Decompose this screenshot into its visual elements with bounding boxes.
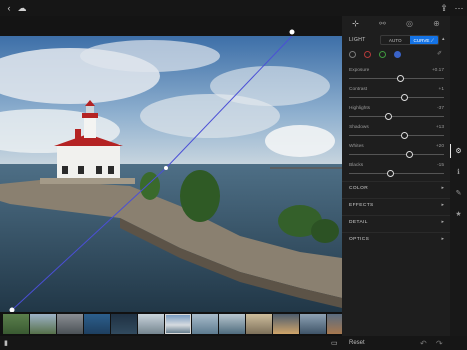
slider-track[interactable]	[349, 97, 444, 98]
section-label: DETAIL	[349, 220, 368, 225]
slider-knob[interactable]	[406, 151, 414, 158]
filmstrip-thumbnail-selected[interactable]	[165, 314, 191, 334]
slider-track[interactable]	[349, 116, 444, 117]
slider-knob[interactable]	[387, 170, 395, 177]
slider-value: +13	[435, 125, 444, 130]
expand-caret-icon[interactable]: ▸	[441, 202, 444, 208]
edit-panel: ⊹ ⚯ ◎ ⊕ LIGHT AUTO CURVE ⟋ ▴ ✐ Exposure +…	[342, 16, 450, 336]
filmstrip-thumbnail[interactable]	[273, 314, 299, 334]
filmstrip-thumbnail[interactable]	[192, 314, 218, 334]
light-label: LIGHT	[349, 37, 366, 43]
slider-value: +0.17	[431, 68, 444, 73]
selective-tab-icon[interactable]: ◎	[403, 19, 417, 28]
comment-rail-icon[interactable]: ✎	[450, 189, 467, 197]
info-rail-icon[interactable]: ℹ	[450, 168, 467, 176]
filmstrip[interactable]	[0, 312, 353, 336]
light-mode-toggle: AUTO CURVE ⟋	[380, 35, 439, 45]
section-label: EFFECTS	[349, 203, 374, 208]
filmstrip-thumbnail[interactable]	[111, 314, 137, 334]
rgb-channel-icon[interactable]	[349, 51, 356, 58]
green-channel-icon[interactable]	[379, 51, 386, 58]
section-label: OPTICS	[349, 237, 370, 242]
cloud-sync-icon[interactable]: ☁	[15, 0, 29, 16]
back-icon[interactable]: ‹	[2, 0, 16, 16]
right-rail: ⚙ ℹ ✎ ★	[450, 16, 467, 336]
slider-contrast: Contrast +1	[342, 87, 450, 105]
panel-tabs: ⊹ ⚯ ◎ ⊕	[342, 16, 450, 30]
section-color[interactable]: COLOR ▸	[342, 181, 450, 193]
slider-shadows: Shadows +13	[342, 125, 450, 143]
expand-caret-icon[interactable]: ▸	[441, 236, 444, 242]
filmstrip-toggle-icon[interactable]: ▭	[331, 336, 338, 350]
curve-channel-selector: ✐	[349, 51, 444, 61]
filmstrip-thumbnail[interactable]	[3, 314, 29, 334]
slider-label: Highlights	[349, 106, 371, 111]
share-icon[interactable]: ⇪	[437, 0, 451, 16]
filmstrip-thumbnail[interactable]	[30, 314, 56, 334]
slider-value: +20	[435, 144, 444, 149]
section-optics[interactable]: OPTICS ▸	[342, 232, 450, 244]
rating-rail-icon[interactable]: ★	[450, 210, 467, 218]
section-effects[interactable]: EFFECTS ▸	[342, 198, 450, 210]
slider-value: -15	[437, 163, 444, 168]
slider-label: Whites	[349, 144, 364, 149]
slider-label: Shadows	[349, 125, 369, 130]
slider-value: +1	[438, 87, 444, 92]
undo-icon[interactable]: ↶	[420, 336, 427, 350]
bottom-bar: ▮ ▭ Reset ↶ ↷	[0, 336, 467, 350]
adjust-rail-icon[interactable]: ⚙	[450, 147, 467, 155]
slider-blacks: Blacks -15	[342, 163, 450, 181]
image-canvas[interactable]	[0, 16, 342, 312]
slider-knob[interactable]	[400, 132, 408, 139]
slider-knob[interactable]	[400, 94, 408, 101]
slider-track[interactable]	[349, 154, 444, 155]
slider-value: -37	[437, 106, 444, 111]
slider-whites: Whites +20	[342, 144, 450, 162]
graduated-filter-top-handle[interactable]	[289, 29, 295, 35]
light-section-header: LIGHT AUTO CURVE ⟋ ▴	[342, 34, 450, 46]
collapse-caret-icon[interactable]: ▴	[442, 36, 445, 42]
filmstrip-thumbnail[interactable]	[219, 314, 245, 334]
healing-tab-icon[interactable]: ⊕	[430, 19, 444, 28]
slider-knob[interactable]	[396, 75, 404, 82]
top-bar: ‹ ☁ ⇪ ···	[0, 0, 467, 16]
more-icon[interactable]: ···	[452, 0, 466, 16]
filmstrip-thumbnail[interactable]	[57, 314, 83, 334]
slider-label: Blacks	[349, 163, 364, 168]
edit-tab-icon[interactable]: ⊹	[349, 19, 363, 28]
panel-toggle-icon[interactable]: ▮	[4, 336, 8, 350]
slider-track[interactable]	[349, 173, 444, 174]
filmstrip-thumbnail[interactable]	[246, 314, 272, 334]
slider-knob[interactable]	[385, 113, 393, 120]
expand-caret-icon[interactable]: ▸	[441, 185, 444, 191]
slider-exposure: Exposure +0.17	[342, 68, 450, 86]
redo-icon[interactable]: ↷	[436, 336, 443, 350]
filmstrip-thumbnail[interactable]	[138, 314, 164, 334]
section-detail[interactable]: DETAIL ▸	[342, 215, 450, 227]
eyedropper-icon[interactable]: ✐	[437, 50, 442, 57]
curve-button[interactable]: CURVE ⟋	[409, 36, 438, 44]
filmstrip-thumbnail[interactable]	[84, 314, 110, 334]
expand-caret-icon[interactable]: ▸	[441, 219, 444, 225]
filmstrip-thumbnail[interactable]	[300, 314, 326, 334]
slider-track[interactable]	[349, 135, 444, 136]
blue-channel-icon[interactable]	[394, 51, 401, 58]
presets-tab-icon[interactable]: ⚯	[376, 19, 390, 28]
reset-button[interactable]: Reset	[349, 336, 365, 350]
section-label: COLOR	[349, 186, 369, 191]
slider-highlights: Highlights -37	[342, 106, 450, 124]
red-channel-icon[interactable]	[364, 51, 371, 58]
slider-label: Exposure	[349, 68, 370, 73]
slider-label: Contrast	[349, 87, 368, 92]
auto-button[interactable]: AUTO	[381, 36, 410, 44]
